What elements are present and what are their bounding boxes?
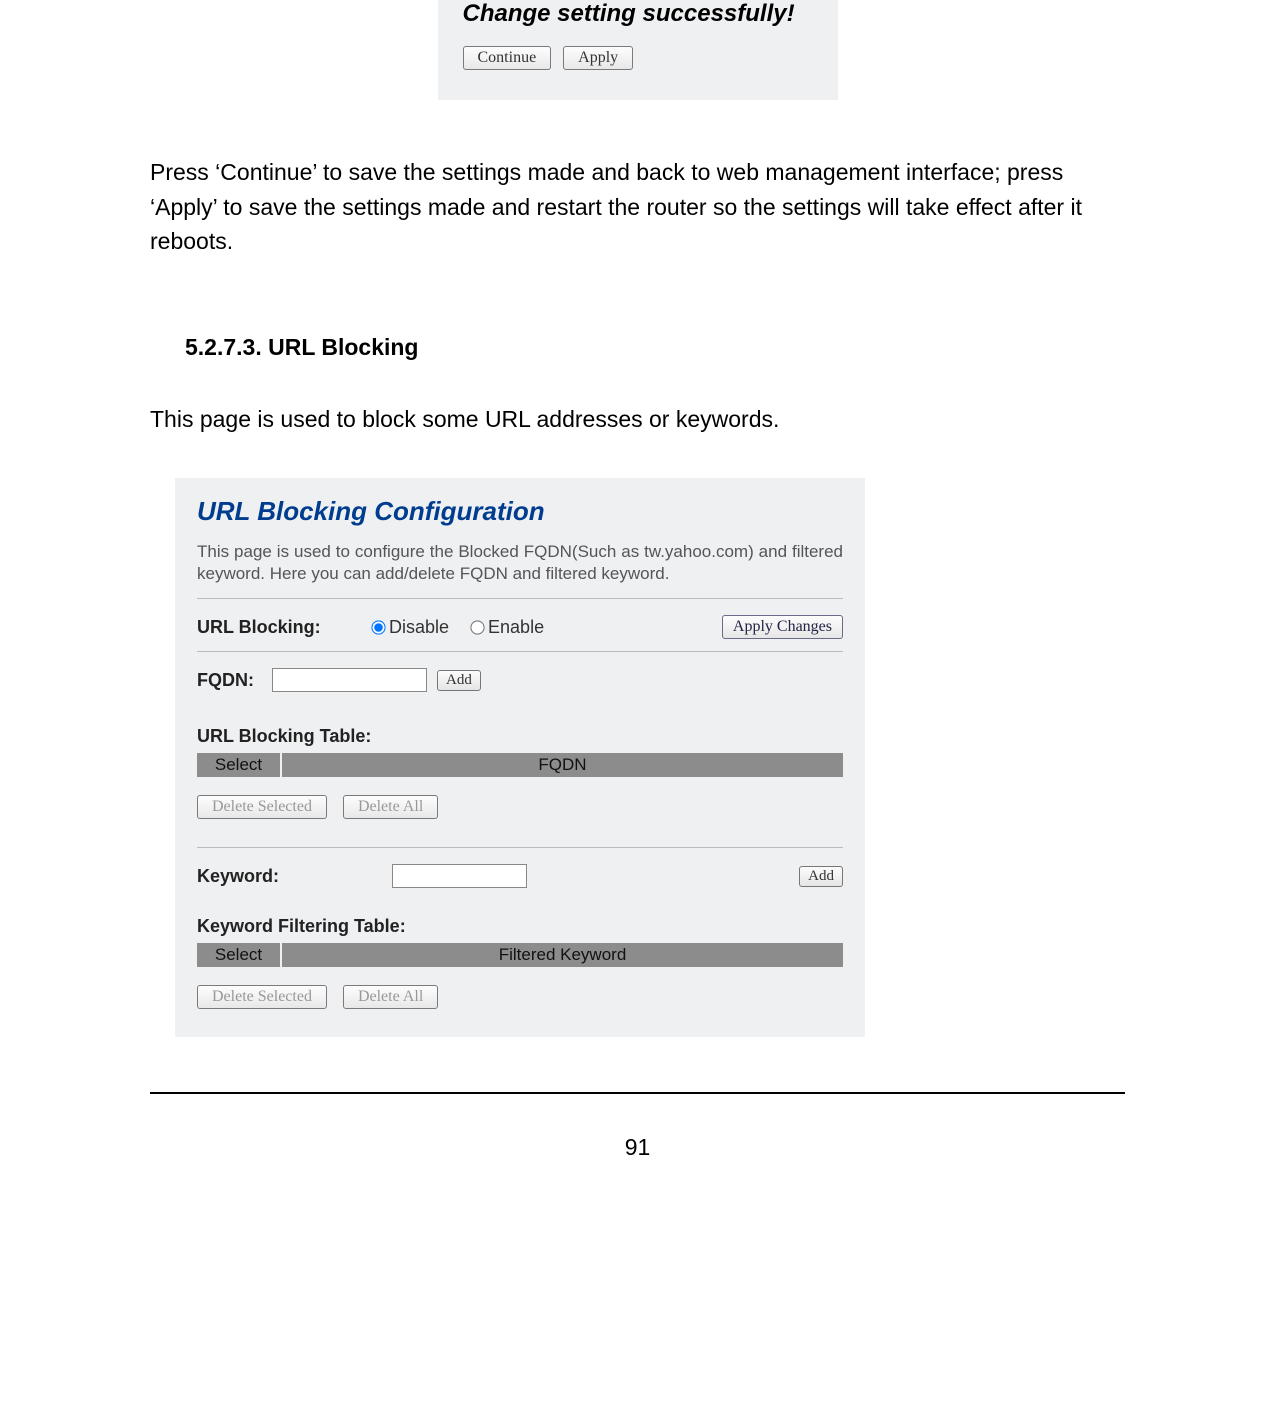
column-select: Select xyxy=(197,753,282,777)
keyword-filtering-table-title: Keyword Filtering Table: xyxy=(197,916,843,937)
disable-radio[interactable] xyxy=(371,620,385,634)
url-table-delete-row: Delete Selected Delete All xyxy=(197,795,843,819)
panel-title: URL Blocking Configuration xyxy=(197,496,843,527)
keyword-filtering-table-header: Select Filtered Keyword xyxy=(197,943,843,967)
apply-changes-button[interactable]: Apply Changes xyxy=(722,615,843,639)
section-heading: 5.2.7.3. URL Blocking xyxy=(185,334,1125,361)
enable-radio-wrap[interactable]: Enable xyxy=(471,617,544,638)
keyword-delete-selected-button[interactable]: Delete Selected xyxy=(197,985,327,1009)
column-fqdn: FQDN xyxy=(282,753,843,777)
apply-button[interactable]: Apply xyxy=(563,46,633,70)
keyword-row: Keyword: Add xyxy=(197,864,843,888)
url-blocking-label: URL Blocking: xyxy=(197,617,362,638)
disable-radio-wrap[interactable]: Disable xyxy=(372,617,449,638)
continue-button[interactable]: Continue xyxy=(463,46,552,70)
keyword-add-button[interactable]: Add xyxy=(799,866,843,887)
footer-rule xyxy=(150,1092,1125,1094)
divider xyxy=(197,847,843,848)
column-select: Select xyxy=(197,943,282,967)
divider xyxy=(197,651,843,652)
url-delete-selected-button[interactable]: Delete Selected xyxy=(197,795,327,819)
keyword-label: Keyword: xyxy=(197,866,382,887)
enable-radio[interactable] xyxy=(470,620,484,634)
section-intro: This page is used to block some URL addr… xyxy=(150,406,1125,433)
url-blocking-row: URL Blocking: Disable Enable Apply Chang… xyxy=(197,615,843,639)
enable-radio-label: Enable xyxy=(488,617,544,638)
fqdn-input[interactable] xyxy=(272,668,427,692)
url-blocking-table-title: URL Blocking Table: xyxy=(197,726,843,747)
url-blocking-table-header: Select FQDN xyxy=(197,753,843,777)
column-filtered-keyword: Filtered Keyword xyxy=(282,943,843,967)
body-paragraph: Press ‘Continue’ to save the settings ma… xyxy=(150,155,1125,259)
success-button-row: Continue Apply xyxy=(463,46,823,70)
panel-description: This page is used to configure the Block… xyxy=(197,541,843,587)
fqdn-add-button[interactable]: Add xyxy=(437,670,481,691)
keyword-delete-all-button[interactable]: Delete All xyxy=(343,985,438,1009)
disable-radio-label: Disable xyxy=(389,617,449,638)
page-number: 91 xyxy=(0,1134,1275,1191)
fqdn-label: FQDN: xyxy=(197,670,262,691)
fqdn-row: FQDN: Add xyxy=(197,668,843,692)
divider xyxy=(197,598,843,599)
keyword-table-delete-row: Delete Selected Delete All xyxy=(197,985,843,1009)
success-title: Change setting successfully! xyxy=(463,0,823,46)
success-panel: Change setting successfully! Continue Ap… xyxy=(438,0,838,100)
keyword-input[interactable] xyxy=(392,864,527,888)
url-blocking-config-panel: URL Blocking Configuration This page is … xyxy=(175,478,865,1038)
url-delete-all-button[interactable]: Delete All xyxy=(343,795,438,819)
